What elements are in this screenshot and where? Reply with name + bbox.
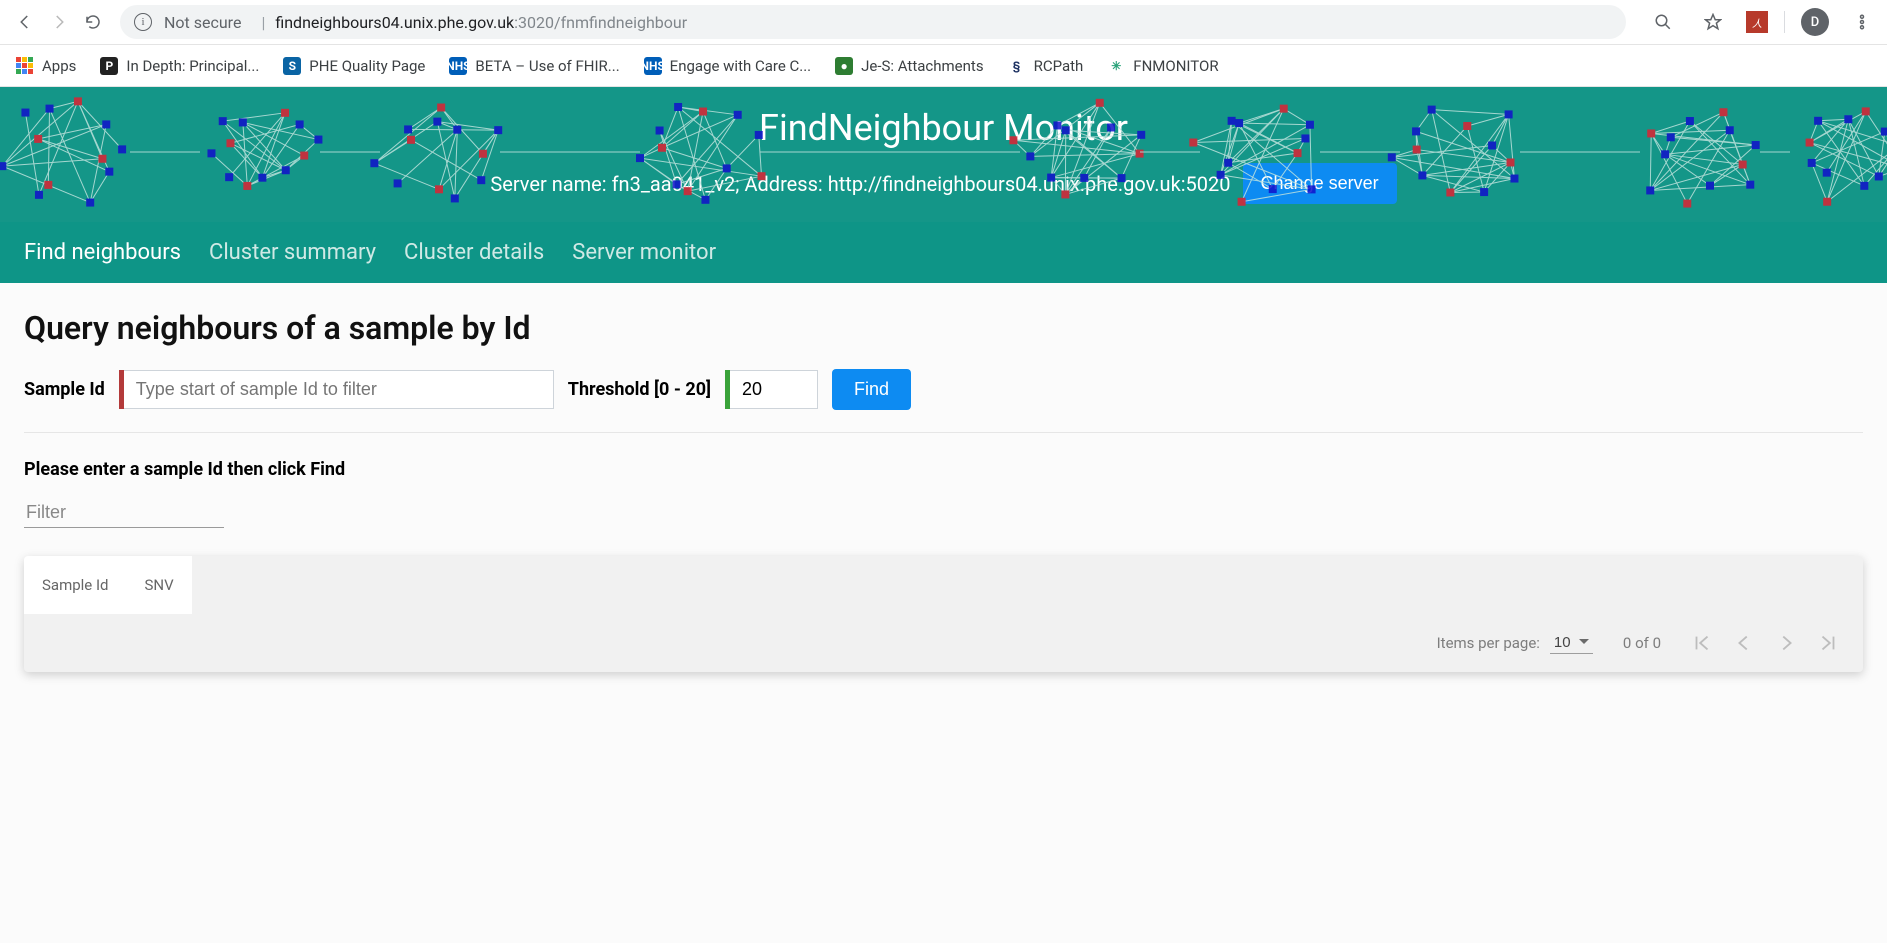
col-snv[interactable]: SNV [145, 576, 174, 594]
results-header: Sample Id SNV [24, 556, 192, 614]
url-path: /fnmfindneighbour [554, 13, 687, 32]
prompt-message: Please enter a sample Id then click Find [24, 459, 1863, 480]
query-form: Sample Id Threshold [0 - 20] Find [24, 369, 1863, 433]
bookmark-item[interactable]: Apps [10, 53, 82, 79]
bookmark-label: Apps [42, 57, 76, 75]
bookmark-icon: P [100, 57, 118, 75]
sample-id-field [119, 370, 554, 409]
col-sample-id[interactable]: Sample Id [42, 576, 109, 594]
profile-avatar[interactable]: D [1801, 8, 1829, 36]
bookmark-icon: § [1008, 57, 1026, 75]
nav-tab[interactable]: Cluster details [404, 240, 544, 265]
find-button[interactable]: Find [832, 369, 911, 410]
browser-toolbar: i Not secure | findneighbours04.unix.phe… [0, 0, 1887, 45]
page-content: Query neighbours of a sample by Id Sampl… [0, 283, 1887, 943]
server-info: Server name: fn3_aa041_v2; Address: http… [490, 172, 1230, 196]
bookmark-icon: ● [835, 57, 853, 75]
zoom-icon[interactable] [1646, 5, 1680, 39]
filter-input[interactable] [24, 498, 224, 528]
page-heading: Query neighbours of a sample by Id [24, 309, 1863, 347]
results-card: Sample Id SNV Items per page: 10 0 of 0 [24, 556, 1863, 672]
items-per-page-label: Items per page: [1437, 634, 1540, 652]
app-header: FindNeighbour Monitor Server name: fn3_a… [0, 87, 1887, 222]
nav-tabs: Find neighbours Cluster summary Cluster de… [0, 222, 1887, 283]
bookmark-item[interactable]: P In Depth: Principal... [94, 53, 265, 79]
change-server-button[interactable]: Change server [1243, 163, 1397, 204]
threshold-field [725, 370, 818, 409]
bookmark-label: PHE Quality Page [309, 57, 425, 75]
address-bar[interactable]: i Not secure | findneighbours04.unix.phe… [120, 5, 1626, 39]
bookmark-label: FNMONITOR [1133, 57, 1218, 75]
bookmark-item[interactable]: ✳ FNMONITOR [1101, 53, 1224, 79]
bookmark-star-icon[interactable] [1696, 5, 1730, 39]
chrome-menu-icon[interactable] [1845, 5, 1879, 39]
reload-button[interactable] [76, 5, 110, 39]
threshold-input[interactable] [730, 370, 818, 409]
sample-id-label: Sample Id [24, 379, 105, 400]
url-port: :3020 [514, 13, 554, 32]
paginator: Items per page: 10 0 of 0 [24, 614, 1863, 672]
prev-page-icon[interactable] [1733, 632, 1755, 654]
threshold-label: Threshold [0 - 20] [568, 379, 711, 400]
bookmark-label: BETA – Use of FHIR... [475, 57, 619, 75]
sample-id-input[interactable] [124, 370, 554, 409]
bookmark-item[interactable]: NHS BETA – Use of FHIR... [443, 53, 625, 79]
url-host: findneighbours04.unix.phe.gov.uk [275, 13, 514, 32]
next-page-icon[interactable] [1775, 632, 1797, 654]
bookmarks-bar: Apps P In Depth: Principal... S PHE Quality … [0, 45, 1887, 87]
bookmark-label: Engage with Care C... [670, 57, 811, 75]
bookmark-item[interactable]: NHS Engage with Care C... [638, 53, 817, 79]
first-page-icon[interactable] [1691, 632, 1713, 654]
pdf-extension-icon[interactable]: 人 [1746, 11, 1768, 33]
site-info-icon[interactable]: i [134, 13, 152, 31]
bookmark-label: Je-S: Attachments [861, 57, 983, 75]
bookmark-label: In Depth: Principal... [126, 57, 259, 75]
items-per-page-select[interactable]: 10 [1550, 632, 1593, 654]
bookmark-item[interactable]: § RCPath [1002, 53, 1090, 79]
back-button[interactable] [8, 5, 42, 39]
bookmark-icon: ✳ [1107, 57, 1125, 75]
app-title: FindNeighbour Monitor [0, 107, 1887, 149]
bookmark-icon: S [283, 57, 301, 75]
page-range: 0 of 0 [1623, 634, 1661, 652]
bookmark-icon: NHS [644, 57, 662, 75]
bookmark-icon: NHS [449, 57, 467, 75]
bookmark-item[interactable]: S PHE Quality Page [277, 53, 431, 79]
bookmark-item[interactable]: ● Je-S: Attachments [829, 53, 989, 79]
nav-tab[interactable]: Cluster summary [209, 240, 376, 265]
forward-button[interactable] [42, 5, 76, 39]
nav-tab[interactable]: Server monitor [572, 240, 716, 265]
bookmark-label: RCPath [1034, 57, 1084, 75]
last-page-icon[interactable] [1817, 632, 1839, 654]
apps-icon [16, 57, 34, 75]
nav-tab[interactable]: Find neighbours [24, 240, 181, 265]
security-status: Not secure [164, 13, 241, 32]
